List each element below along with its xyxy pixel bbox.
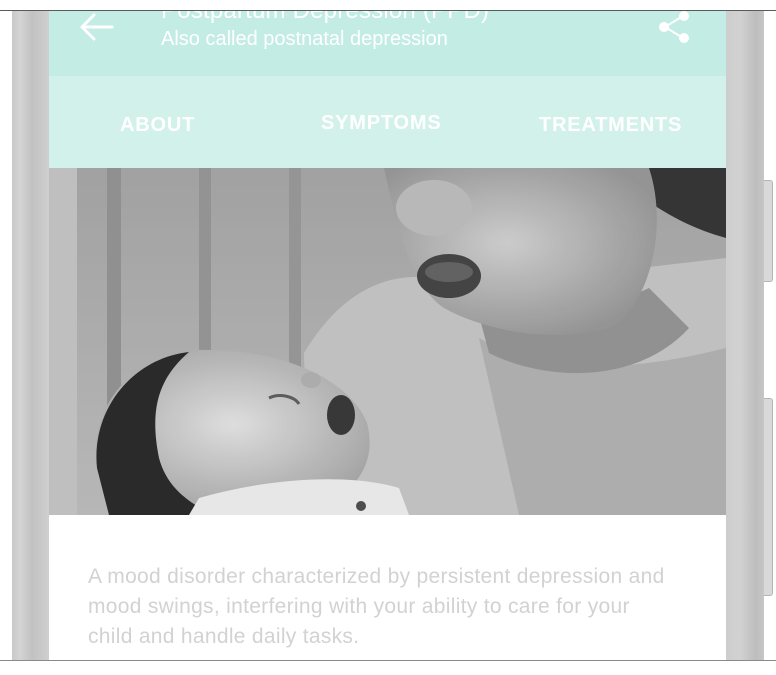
- tab-about-label: ABOUT: [120, 114, 196, 136]
- phone-power-button: [764, 398, 773, 596]
- bottom-divider: [0, 660, 776, 661]
- tab-treatments-label: TREATMENTS: [539, 114, 683, 136]
- phone-bezel-right: [726, 11, 764, 660]
- tab-symptoms-label: SYMPTOMS: [321, 112, 442, 134]
- share-icon[interactable]: [653, 11, 693, 45]
- app-screenshot: Postpartum Depression (PPD) Also called …: [0, 0, 776, 675]
- article-description: A mood disorder characterized by persist…: [88, 565, 665, 648]
- hero-image: [49, 168, 726, 515]
- app-bar: Postpartum Depression (PPD) Also called …: [49, 11, 726, 76]
- tab-bar: ABOUT SYMPTOMS TREATMENTS: [49, 76, 726, 231]
- phone-volume-button: [764, 180, 773, 282]
- phone-screen: Postpartum Depression (PPD) Also called …: [49, 11, 726, 660]
- tab-symptoms[interactable]: SYMPTOMS: [274, 76, 500, 168]
- arrow-left-icon[interactable]: [79, 13, 115, 41]
- tab-treatments[interactable]: TREATMENTS: [500, 76, 726, 168]
- phone-bezel-left: [12, 11, 49, 660]
- tab-about[interactable]: ABOUT: [49, 76, 274, 168]
- page-title: Postpartum Depression (PPD): [161, 11, 489, 25]
- page-subtitle: Also called postnatal depression: [161, 28, 448, 50]
